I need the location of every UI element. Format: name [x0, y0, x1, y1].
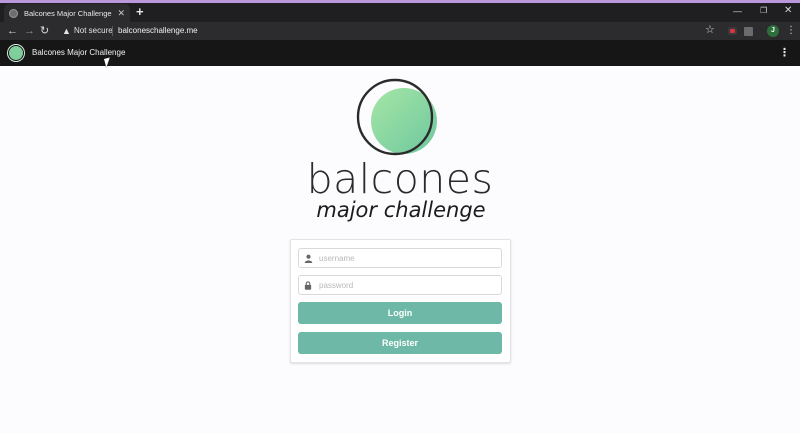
lock-icon — [299, 280, 317, 290]
login-card: Login Register — [290, 239, 511, 363]
extension-icon-2[interactable] — [744, 27, 753, 36]
brand-wordmark: balcones — [306, 155, 494, 203]
password-input[interactable] — [317, 277, 487, 293]
login-button[interactable]: Login — [298, 302, 502, 324]
minimize-icon[interactable]: — — [733, 5, 742, 17]
globe-icon — [9, 8, 18, 18]
plus-icon[interactable]: + — [136, 5, 144, 18]
brand-subtitle: major challenge — [316, 198, 486, 222]
password-field[interactable] — [298, 275, 502, 295]
tab-title: Balcones Major Challenge — [24, 8, 112, 18]
profile-avatar[interactable]: J — [767, 25, 779, 37]
browser-toolbar: ← → ↻ ▲ Not secure balconeschallenge.me … — [0, 22, 800, 40]
reload-icon[interactable]: ↻ — [40, 24, 49, 38]
browser-tab[interactable]: Balcones Major Challenge ✕ — [4, 4, 130, 22]
user-icon — [299, 254, 317, 263]
address-divider — [112, 26, 113, 36]
restore-icon[interactable]: ❐ — [760, 5, 767, 17]
username-field[interactable] — [298, 248, 502, 268]
browser-menu-icon[interactable]: ⋮ — [786, 25, 796, 37]
forward-arrow-icon[interactable]: → — [24, 24, 35, 38]
tab-strip: Balcones Major Challenge ✕ + — ❐ ✕ — [0, 3, 800, 22]
site-navbar: Balcones Major Challenge ⋮ — [0, 40, 800, 66]
back-arrow-icon[interactable]: ← — [7, 24, 18, 38]
window-close-icon[interactable]: ✕ — [784, 5, 792, 17]
address-url[interactable]: balconeschallenge.me — [118, 26, 198, 35]
register-button[interactable]: Register — [298, 332, 502, 354]
security-label[interactable]: Not secure — [74, 26, 113, 35]
kebab-menu-icon[interactable]: ⋮ — [779, 47, 790, 59]
username-input[interactable] — [317, 250, 487, 266]
extension-icon[interactable] — [728, 27, 737, 35]
site-logo-icon[interactable] — [8, 45, 24, 61]
balcones-logo-icon — [356, 78, 437, 156]
warning-icon[interactable]: ▲ — [62, 25, 71, 37]
star-icon[interactable]: ☆ — [705, 24, 715, 37]
site-brand-link[interactable]: Balcones Major Challenge — [32, 48, 125, 57]
close-icon[interactable]: ✕ — [117, 8, 125, 18]
